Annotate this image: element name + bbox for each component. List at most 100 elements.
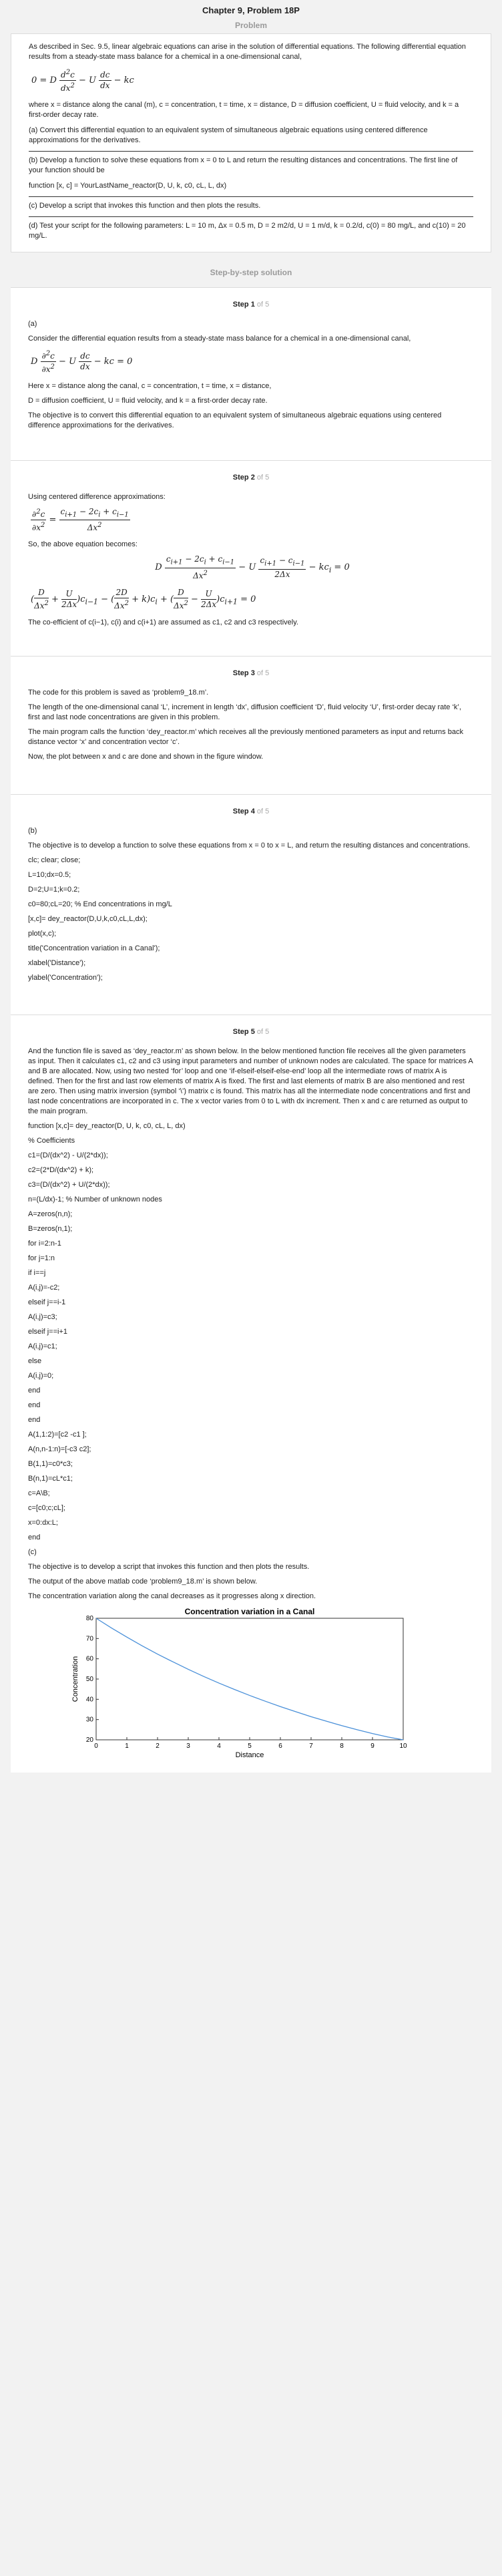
y-tick-label: 50 (86, 1676, 94, 1683)
y-tick-label: 40 (86, 1696, 94, 1703)
page-title: Chapter 9, Problem 18P (202, 5, 300, 15)
step-5: Step 5 of 5 And the function file is sav… (11, 1014, 491, 1773)
problem-equation: 0 = D d2c dx2 − U dc dx − kc (31, 69, 134, 93)
step-4-code-line: ylabel('Concentration'); (28, 973, 103, 982)
problem-part-a: (a) Convert this differential equation t… (29, 126, 428, 144)
step-2: Step 2 of 5 Using centered difference ap… (11, 460, 491, 656)
problem-part-d: (d) Test your script for the following p… (29, 222, 466, 240)
step-5-code-line: elseif j==i+1 (28, 1327, 68, 1336)
step-4: Step 4 of 5 (b) The objective is to deve… (11, 793, 491, 1015)
x-axis-label: Distance (236, 1751, 264, 1759)
y-tick-label: 30 (86, 1716, 94, 1723)
step-4-code-line: c0=80;cL=20; % End concentrations in mg/… (28, 900, 172, 908)
problem-where: where x = distance along the canal (m), … (29, 101, 459, 119)
step-5-code: function [x,c]= dey_reactor(D, U, k, c0,… (28, 1121, 474, 1543)
x-tick-label: 3 (186, 1742, 190, 1750)
step-4-code-line: clc; clear; close; (28, 856, 81, 864)
step-5-code-line: % Coefficients (28, 1136, 75, 1145)
y-tick-label: 70 (86, 1635, 94, 1642)
step-5-code-line: c2=(2*D/(dx^2) + k); (28, 1165, 94, 1174)
y-tick-label: 20 (86, 1736, 94, 1744)
step-5-code-line: c3=(D/(dx^2) + U/(2*dx)); (28, 1180, 110, 1189)
step-5-variation: The concentration variation along the ca… (28, 1592, 316, 1600)
step-3: Step 3 of 5 The code for this problem is… (11, 655, 491, 794)
page: Chapter 9, Problem 18P Problem As descri… (0, 0, 502, 2576)
step-5-code-line: c=A\B; (28, 1489, 50, 1497)
step-5-code-line: x=0:dx:L; (28, 1518, 58, 1527)
step-4-heading: Step 4 of 5 (232, 807, 270, 815)
step-5-code-line: A(i,j)=c1; (28, 1342, 57, 1350)
x-tick-label: 9 (370, 1742, 374, 1750)
step-5-code-line: A(n,n-1:n)=[-c3 c2]; (28, 1445, 91, 1453)
x-tick-label: 4 (217, 1742, 221, 1750)
problem-part-c: (c) Develop a script that invokes this f… (29, 202, 261, 210)
step-5-code-line: A=zeros(n,n); (28, 1210, 73, 1218)
problem-part-b: (b) Develop a function to solve these eq… (29, 156, 458, 174)
step-5-output: The output of the above matlab code ‘pro… (28, 1577, 258, 1586)
step-5-code-line: A(i,j)=0; (28, 1371, 54, 1380)
step-2-coef: The co-efficient of c(i−1), c(i) and c(i… (28, 618, 298, 626)
step-5-code-line: if i==j (28, 1268, 46, 1277)
step-3-p1: The code for this problem is saved as ‘p… (28, 688, 209, 697)
x-tick-label: 8 (340, 1742, 344, 1750)
step-2-heading: Step 2 of 5 (232, 474, 270, 482)
step-5-code-line: else (28, 1356, 42, 1365)
step-5-code-line: A(1,1:2)=[c2 -c1 ]; (28, 1430, 87, 1439)
step-5-code-line: end (28, 1533, 41, 1541)
step-5-code-line: A(i,j)=c3; (28, 1312, 57, 1321)
step-1-here-1: Here x = distance along the canal, c = c… (28, 382, 272, 390)
problem-label: Problem (234, 21, 267, 30)
step-4-code-line: plot(x,c); (28, 929, 57, 938)
step-5-code-line: A(i,j)=-c2; (28, 1283, 60, 1292)
step-2-eq1: ∂2c ∂x2 = ci+1 − 2ci + ci−1 Δx2 (31, 507, 130, 533)
step-4-code-line: D=2;U=1;k=0.2; (28, 885, 80, 894)
step-4-code: clc; clear; close; L=10;dx=0.5; D=2;U=1;k=… (28, 856, 474, 983)
step-4-code-line: [x,c]= dey_reactor(D,U,k,c0,cL,L,dx); (28, 914, 148, 923)
step-5-intro: And the function file is saved as ‘dey_r… (28, 1047, 473, 1115)
x-tick-label: 10 (399, 1742, 407, 1750)
step-1-objective: The objective is to convert this differe… (28, 411, 442, 429)
step-4-label: (b) (28, 826, 37, 835)
step-5-code-line: end (28, 1386, 41, 1395)
step-1: Step 1 of 5 (a) Consider the differentia… (11, 287, 491, 460)
x-tick-label: 6 (278, 1742, 282, 1750)
x-tick-label: 7 (309, 1742, 313, 1750)
problem-intro: As described in Sec. 9.5, linear algebra… (29, 43, 466, 61)
step-1-label: (a) (28, 320, 37, 328)
y-tick-label: 80 (86, 1615, 94, 1622)
x-tick-label: 1 (125, 1742, 129, 1750)
step-2-text: Using centered difference approximations… (28, 493, 166, 501)
step-2-eq2: D ci+1 − 2ci + ci−1 Δx2 − U ci+1 − ci−1 2Δ… (155, 554, 350, 580)
x-tick-label: 2 (156, 1742, 160, 1750)
plot-area (95, 1618, 404, 1740)
step-5-code-line: end (28, 1415, 41, 1424)
problem-part-b-line: function [x, c] = YourLastName_reactor(D… (29, 182, 227, 190)
solution-label: Step-by-step solution (210, 268, 292, 277)
y-tick-label: 60 (86, 1655, 94, 1662)
step-4-code-line: L=10;dx=0.5; (28, 870, 71, 879)
step-1-here-2: D = diffusion coefficient, U = fluid vel… (28, 397, 268, 405)
step-4-code-line: title('Concentration variation in a Cana… (28, 944, 160, 952)
step-3-p3: The main program calls the function ‘dey… (28, 727, 463, 746)
y-axis-label: Concentration (71, 1656, 79, 1702)
step-5-code-line: function [x,c]= dey_reactor(D, U, k, c0,… (28, 1121, 186, 1130)
step-2-eq3: (D Δx2 + U 2Δx)ci−1 − (2D Δx2 + k)ci + (D Δx… (31, 587, 256, 610)
step-5-code-line: elseif j==i-1 (28, 1298, 66, 1306)
x-tick-label: 0 (94, 1742, 98, 1750)
x-tick-label: 5 (248, 1742, 252, 1750)
problem-card: As described in Sec. 9.5, linear algebra… (11, 33, 491, 252)
step-5-code-line: end (28, 1401, 41, 1409)
step-5-heading: Step 5 of 5 (232, 1027, 270, 1036)
step-5-code-line: for i=2:n-1 (28, 1239, 61, 1248)
step-5-code-line: B=zeros(n,1); (28, 1224, 73, 1233)
step-1-equation: D ∂2c ∂x2 − U dc dx − kc = 0 (31, 350, 133, 374)
step-5-code-line: c1=(D/(dx^2) - U/(2*dx)); (28, 1151, 108, 1159)
step-5-objective-c: The objective is to develop a script tha… (28, 1562, 310, 1571)
step-5-code-line: n=(L/dx)-1; % Number of unknown nodes (28, 1195, 162, 1204)
step-1-heading: Step 1 of 5 (232, 301, 270, 309)
step-3-p4: Now, the plot between x and c are done a… (28, 752, 264, 761)
step-4-code-line: xlabel('Distance'); (28, 958, 86, 967)
step-1-text: Consider the differential equation resul… (28, 335, 411, 343)
concentration-chart: Concentration variation in a Canal 0 1 2 3 4 5… (69, 1606, 474, 1763)
step-5-label-c: (c) (28, 1547, 37, 1556)
